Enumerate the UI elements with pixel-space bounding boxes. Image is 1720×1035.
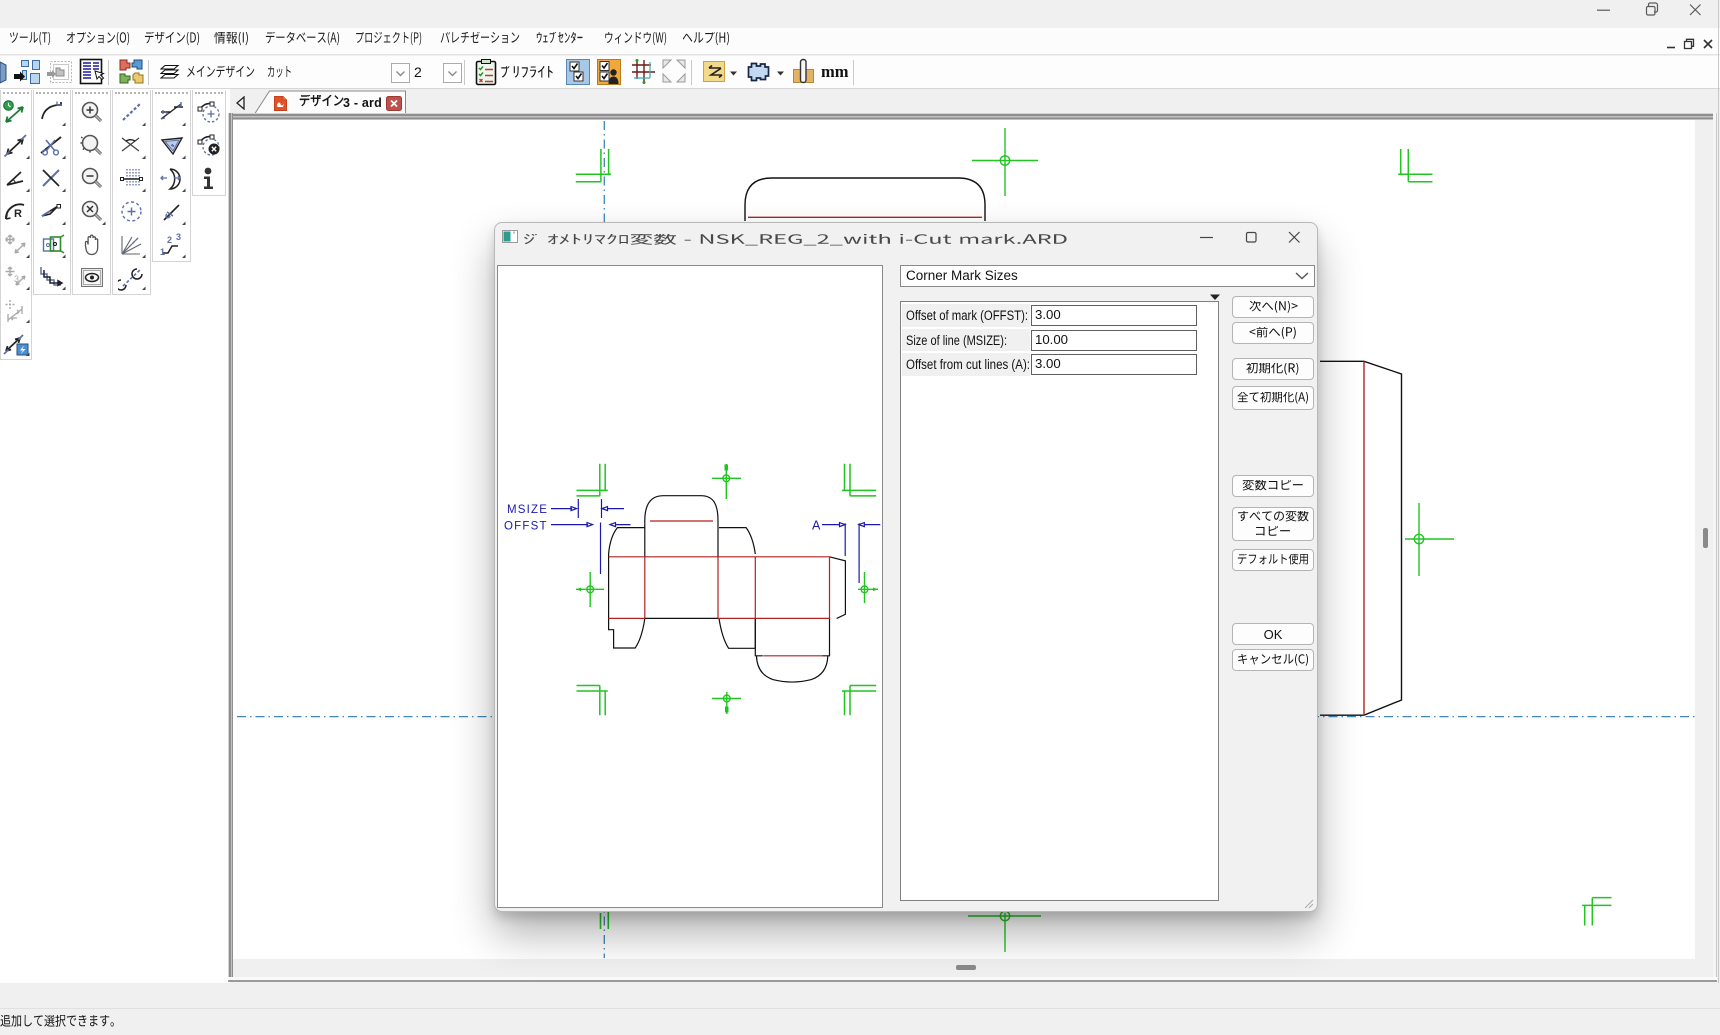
svg-text:1: 1 (160, 247, 165, 257)
svg-text:OFFST: OFFST (504, 521, 548, 533)
svg-text:MSIZE: MSIZE (507, 504, 548, 516)
svg-text:Offset of mark (OFFST):: Offset of mark (OFFST): (906, 308, 1028, 323)
svg-text:3: 3 (176, 232, 181, 242)
svg-text:2: 2 (167, 235, 172, 245)
svg-text:Size of line (MSIZE):: Size of line (MSIZE): (906, 333, 1007, 348)
svg-text:Offset from cut lines (A):: Offset from cut lines (A): (906, 357, 1030, 372)
svg-text:A: A (812, 519, 821, 533)
svg-text:R: R (14, 208, 22, 220)
